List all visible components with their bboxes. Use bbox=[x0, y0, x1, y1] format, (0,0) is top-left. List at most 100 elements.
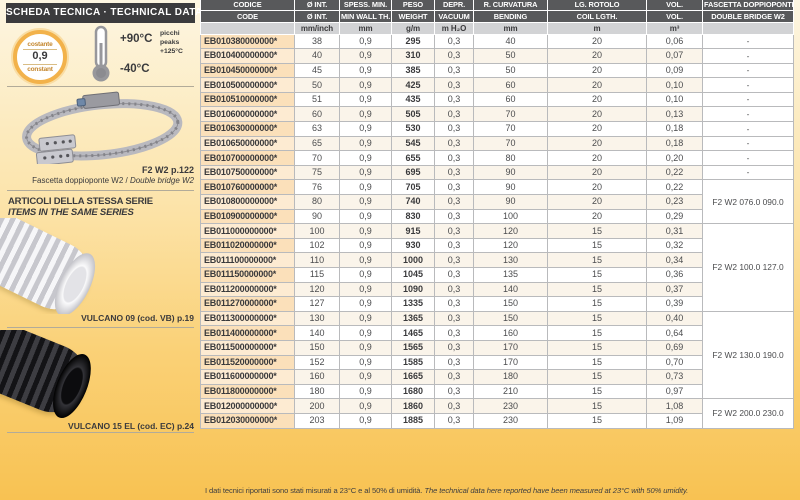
table-cell: 0,9 bbox=[340, 384, 392, 399]
table-cell: 0,3 bbox=[435, 224, 474, 239]
sidebar-divider bbox=[7, 327, 194, 328]
table-cell: 45 bbox=[295, 63, 340, 78]
table-cell: 15 bbox=[548, 340, 647, 355]
table-cell: 545 bbox=[392, 136, 435, 151]
hose-end-cap bbox=[47, 247, 104, 314]
table-cell: 80 bbox=[474, 151, 548, 166]
table-cell: 0,9 bbox=[340, 253, 392, 268]
table-cell: EB011020000000* bbox=[201, 238, 295, 253]
table-cell: 160 bbox=[474, 326, 548, 341]
table-cell: 60 bbox=[295, 107, 340, 122]
table-cell: F2 W2 130.0 190.0 bbox=[703, 311, 794, 399]
table-header-cell: m bbox=[548, 22, 647, 34]
table-cell: - bbox=[703, 34, 794, 49]
table-cell: 655 bbox=[392, 151, 435, 166]
table-cell: 0,22 bbox=[647, 180, 703, 195]
table-cell: 60 bbox=[474, 92, 548, 107]
table-cell: 20 bbox=[548, 63, 647, 78]
table-cell: EB011400000000* bbox=[201, 326, 295, 341]
table-header-cell: VOL. bbox=[647, 0, 703, 10]
table-cell: 1,08 bbox=[647, 399, 703, 414]
table-cell: 15 bbox=[548, 268, 647, 283]
table-cell: 0,3 bbox=[435, 384, 474, 399]
table-cell: 150 bbox=[474, 311, 548, 326]
table-cell: 20 bbox=[548, 209, 647, 224]
table-cell: 0,9 bbox=[340, 224, 392, 239]
table-cell: 0,3 bbox=[435, 399, 474, 414]
table-cell: 20 bbox=[548, 151, 647, 166]
table-cell: F2 W2 100.0 127.0 bbox=[703, 224, 794, 312]
table-cell: 1090 bbox=[392, 282, 435, 297]
table-cell: 0,3 bbox=[435, 34, 474, 49]
table-cell: 15 bbox=[548, 224, 647, 239]
table-cell: EB010510000000* bbox=[201, 92, 295, 107]
table-cell: 230 bbox=[474, 399, 548, 414]
table-cell: EB010500000000* bbox=[201, 78, 295, 93]
table-cell: 435 bbox=[392, 92, 435, 107]
table-cell: 0,9 bbox=[340, 209, 392, 224]
table-cell: 0,3 bbox=[435, 413, 474, 428]
table-cell: 0,3 bbox=[435, 209, 474, 224]
table-cell: 150 bbox=[295, 340, 340, 355]
table-cell: 90 bbox=[474, 195, 548, 210]
table-cell: 0,10 bbox=[647, 78, 703, 93]
temperature-min: -40°C bbox=[120, 63, 150, 75]
vulcano-09-image bbox=[0, 218, 200, 314]
table-cell: 0,18 bbox=[647, 122, 703, 137]
table-cell: EB010750000000* bbox=[201, 165, 295, 180]
clamp-caption-en: Double bridge W2 bbox=[130, 176, 194, 185]
table-cell: 0,32 bbox=[647, 238, 703, 253]
table-cell: 0,9 bbox=[340, 399, 392, 414]
footer-note-en: The technical data here reported have be… bbox=[424, 486, 688, 495]
footer-note-it: I dati tecnici riportati sono stati misu… bbox=[205, 486, 424, 495]
table-cell: 0,3 bbox=[435, 195, 474, 210]
table-cell: 1885 bbox=[392, 413, 435, 428]
table-cell: 0,9 bbox=[340, 297, 392, 312]
table-cell: 0,40 bbox=[647, 311, 703, 326]
table-row: EB012000000000*2000,918600,3230151,08F2 … bbox=[201, 399, 794, 414]
table-header-cell: m H₂O bbox=[435, 22, 474, 34]
table-header-cell: LG. ROTOLO bbox=[548, 0, 647, 10]
table-cell: EB010600000000* bbox=[201, 107, 295, 122]
table-header-row: CODEØ INT.MIN WALL TH.WEIGHTVACUUMBENDIN… bbox=[201, 10, 794, 22]
table-cell: 0,07 bbox=[647, 49, 703, 64]
badge-label-en: constant bbox=[27, 66, 53, 73]
table-cell: 65 bbox=[295, 136, 340, 151]
table-header-cell: BENDING bbox=[474, 10, 548, 22]
table-row: EB010450000000*450,93850,350200,09- bbox=[201, 63, 794, 78]
table-cell: 1000 bbox=[392, 253, 435, 268]
same-series-title-en: ITEMS IN THE SAME SERIES bbox=[8, 207, 134, 218]
table-header-cell: mm bbox=[340, 22, 392, 34]
table-cell: 0,3 bbox=[435, 282, 474, 297]
table-header-cell: Ø INT. bbox=[295, 10, 340, 22]
table-cell: 51 bbox=[295, 92, 340, 107]
table-row: EB010750000000*750,96950,390200,22- bbox=[201, 165, 794, 180]
table-cell: 0,18 bbox=[647, 136, 703, 151]
table-cell: 385 bbox=[392, 63, 435, 78]
table-cell: EB011520000000* bbox=[201, 355, 295, 370]
hose-end-cap bbox=[45, 349, 98, 420]
table-cell: EB011270000000* bbox=[201, 297, 295, 312]
table-cell: EB010450000000* bbox=[201, 63, 295, 78]
table-header-cell: mm/inch bbox=[295, 22, 340, 34]
table-cell: 0,9 bbox=[340, 49, 392, 64]
technical-data-table-wrap: CODICEØ INT.SPESS. MIN.PESODEPR.R. CURVA… bbox=[200, 0, 793, 429]
table-cell: 0,9 bbox=[340, 136, 392, 151]
table-cell: 60 bbox=[474, 78, 548, 93]
table-cell: 15 bbox=[548, 253, 647, 268]
sidebar: SCHEDA TECNICA · TECHNICAL DATA costante… bbox=[0, 0, 200, 500]
table-header-cell: DEPR. bbox=[435, 0, 474, 10]
table-cell: 15 bbox=[548, 238, 647, 253]
table-cell: 160 bbox=[295, 370, 340, 385]
table-cell: 0,9 bbox=[340, 370, 392, 385]
footer-note: I dati tecnici riportati sono stati misu… bbox=[205, 486, 797, 495]
table-cell: 1335 bbox=[392, 297, 435, 312]
table-cell: - bbox=[703, 92, 794, 107]
table-cell: 930 bbox=[392, 238, 435, 253]
table-header-cell: Ø INT. bbox=[295, 0, 340, 10]
table-cell: 1465 bbox=[392, 326, 435, 341]
table-cell: 0,9 bbox=[340, 151, 392, 166]
table-cell: 0,3 bbox=[435, 253, 474, 268]
table-header-cell: WEIGHT bbox=[392, 10, 435, 22]
table-cell: 0,09 bbox=[647, 63, 703, 78]
